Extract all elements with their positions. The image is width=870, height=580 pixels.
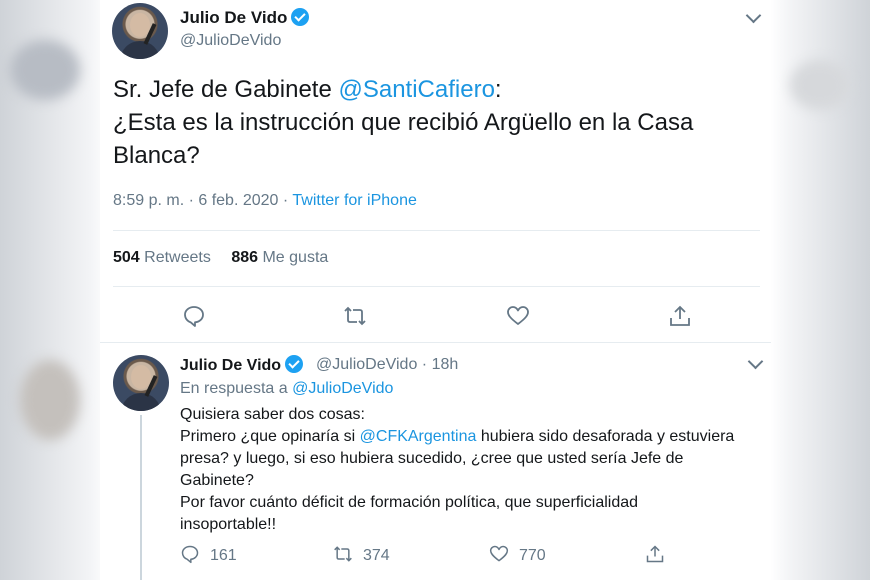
background-blur-left-2	[20, 360, 80, 440]
author-avatar[interactable]	[112, 3, 168, 59]
reply-line-5: Por favor cuánto déficit de formación po…	[180, 494, 639, 511]
reply-author-handle: @JulioDeVido · 18h	[316, 356, 458, 374]
tweet-text-suffix: :	[494, 76, 502, 103]
retweet-button[interactable]	[343, 304, 367, 328]
author-handle[interactable]: @JulioDeVido	[180, 32, 281, 50]
divider	[113, 286, 760, 287]
reply-line-4: Gabinete?	[180, 472, 254, 489]
retweet-count: 374	[363, 547, 390, 564]
likes-stat[interactable]: 886 Me gusta	[231, 249, 328, 266]
reply-button[interactable]	[182, 304, 206, 328]
reply-line-6: insoportable!!	[180, 516, 277, 533]
reply-icon	[184, 306, 204, 327]
background-blur-right	[790, 60, 850, 110]
tweet-line-2: ¿Esta es la instrucción que recibió Argü…	[113, 109, 694, 136]
reply-line-2: Primero ¿que opinaría si @CFKArgentina h…	[180, 426, 780, 448]
tweet-line-3: Blanca?	[113, 142, 200, 169]
reply-line-1: Quisiera saber dos cosas:	[180, 406, 365, 423]
reply-timestamp[interactable]: 18h	[432, 356, 459, 373]
like-icon	[507, 306, 529, 325]
verified-badge-icon	[285, 355, 304, 373]
in-reply-handle-link[interactable]: @JulioDeVido	[292, 380, 393, 397]
reply-author-name[interactable]: Julio De Vido	[180, 355, 304, 375]
reply-share-button[interactable]	[645, 544, 675, 565]
retweet-icon	[334, 546, 352, 562]
share-icon	[646, 545, 664, 563]
share-button[interactable]	[668, 304, 692, 328]
reply-author-avatar[interactable]	[113, 355, 169, 411]
in-reply-to: En respuesta a @JulioDeVido	[180, 380, 393, 398]
like-count: 770	[519, 547, 546, 564]
reply-handle-text[interactable]: @JulioDeVido	[316, 356, 417, 373]
verified-badge-icon	[291, 8, 310, 26]
like-button[interactable]	[506, 304, 530, 328]
tweet-text-prefix: Sr. Jefe de Gabinete	[113, 76, 339, 103]
reply-author-name-text[interactable]: Julio De Vido	[180, 357, 281, 374]
likes-count: 886	[231, 249, 259, 266]
reply-line-2-prefix: Primero ¿que opinaría si	[180, 428, 360, 445]
likes-label: Me gusta	[262, 249, 329, 266]
reply-line-3: presa? y luego, si eso hubiera sucedido,…	[180, 450, 684, 467]
author-name[interactable]: Julio De Vido	[180, 8, 310, 28]
tweet-stats: 504 Retweets 886 Me gusta	[113, 249, 328, 267]
reply-text: Quisiera saber dos cosas: Primero ¿que o…	[180, 404, 780, 536]
divider	[113, 230, 760, 231]
reply-icon	[181, 545, 199, 564]
share-icon	[670, 305, 690, 326]
source-link[interactable]: Twitter for iPhone	[292, 192, 417, 209]
retweets-count: 504	[113, 249, 140, 266]
tweet-line-1: Sr. Jefe de Gabinete @SantiCafiero:	[113, 73, 753, 106]
reply-retweet-button[interactable]: 374	[333, 544, 390, 565]
like-icon	[489, 545, 509, 562]
mention-link[interactable]: @SantiCafiero	[338, 76, 494, 103]
retweets-label: Retweets	[144, 249, 211, 266]
thread-line	[140, 415, 142, 580]
retweets-stat[interactable]: 504 Retweets	[113, 249, 211, 266]
chevron-down-icon[interactable]	[747, 353, 764, 370]
reply-reply-button[interactable]: 161	[180, 544, 237, 565]
background-blur-left	[10, 40, 80, 100]
timestamp-text[interactable]: 8:59 p. m. · 6 feb. 2020 ·	[113, 192, 292, 209]
retweet-icon	[344, 306, 366, 326]
reply-line-2-suffix: hubiera sido desaforada y estuviera	[476, 428, 735, 445]
divider	[100, 342, 771, 343]
reply-like-button[interactable]: 770	[489, 544, 546, 565]
author-name-text[interactable]: Julio De Vido	[180, 8, 287, 27]
in-reply-label: En respuesta a	[180, 380, 293, 397]
reply-count: 161	[210, 547, 237, 564]
mention-link[interactable]: @CFKArgentina	[360, 428, 477, 445]
chevron-down-icon[interactable]	[745, 7, 762, 24]
time-separator: ·	[421, 356, 428, 373]
tweet-timestamp: 8:59 p. m. · 6 feb. 2020 · Twitter for i…	[113, 192, 417, 210]
tweet-text: Sr. Jefe de Gabinete @SantiCafiero: ¿Est…	[113, 73, 753, 172]
tweet-card: Julio De Vido @JulioDeVido Sr. Jefe de G…	[100, 0, 771, 580]
